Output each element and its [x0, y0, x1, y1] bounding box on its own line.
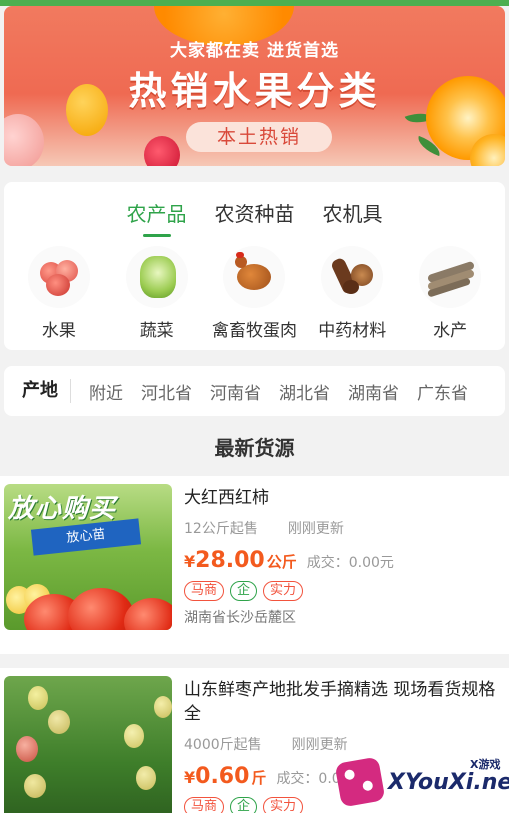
gamepad-logo-icon [334, 756, 386, 808]
listing-info: 大红西红柿 12公斤起售 刚刚更新 ¥28.00 公斤 成交：0.00元 马商 … [184, 486, 496, 627]
section-title: 最新货源 [214, 436, 295, 460]
image-headline: 放心购买 [8, 494, 117, 524]
product-image[interactable] [4, 676, 172, 813]
seller-tag: 马商 [184, 581, 225, 601]
strength-tag: 实力 [263, 581, 304, 601]
category-label: 禽畜牧蛋肉 [211, 321, 297, 341]
chicken-icon [223, 246, 286, 308]
origin-filter-bar: 产地 附近 河北省 河南省 湖北省 湖南省 广东省 [4, 366, 505, 416]
category-label: 水产 [433, 321, 468, 341]
herb-icon [321, 246, 384, 308]
origin-option[interactable]: 广东省 [417, 379, 468, 404]
fish-icon [419, 246, 482, 308]
tab-agri-supplies[interactable]: 农资种苗 [215, 198, 295, 237]
origin-option[interactable]: 湖南省 [348, 379, 399, 404]
promo-banner[interactable]: 大家都在卖 进货首选 热销水果分类 本土热销 [4, 6, 505, 166]
origin-options: 附近 河北省 河南省 湖北省 湖南省 广东省 [71, 379, 468, 404]
banner-badge[interactable]: 本土热销 [186, 122, 332, 152]
update-status: 刚刚更新 [291, 737, 348, 753]
origin-option[interactable]: 附近 [89, 379, 123, 404]
product-name[interactable]: 山东鲜枣产地批发手摘精选 现场看货规格全 [184, 678, 496, 726]
category-item-vegetable[interactable]: 蔬菜 [109, 246, 205, 341]
strength-tag: 实力 [263, 797, 304, 813]
price: ¥0.60 [184, 764, 250, 789]
enterprise-tag: 企 [230, 581, 258, 601]
location: 湖南省长沙岳麓区 [184, 610, 296, 626]
category-card: 农产品 农资种苗 农机具 水果 蔬菜 禽畜牧蛋肉 中药材料 水产 [4, 182, 505, 350]
banner-title: 热销水果分类 [128, 69, 381, 113]
listing-item[interactable]: 放心购买 放心苗 大红西红柿 12公斤起售 刚刚更新 ¥28.00 公斤 成交：… [0, 476, 509, 654]
watermark-text: XYouXi.net [388, 770, 509, 795]
site-watermark: X游戏 XYouXi.net [330, 752, 509, 812]
category-item-poultry[interactable]: 禽畜牧蛋肉 [206, 246, 302, 341]
cabbage-icon [125, 246, 188, 308]
peach-icon [27, 246, 90, 308]
update-status: 刚刚更新 [287, 521, 344, 537]
price: ¥28.00 [184, 548, 265, 573]
category-item-aquatic[interactable]: 水产 [402, 246, 498, 341]
category-label: 蔬菜 [139, 321, 174, 341]
product-name[interactable]: 大红西红柿 [184, 486, 496, 510]
tab-agri-machinery[interactable]: 农机具 [323, 198, 383, 237]
origin-option[interactable]: 河南省 [210, 379, 261, 404]
category-tabs: 农产品 农资种苗 农机具 [4, 198, 505, 237]
price-unit: 斤 [251, 769, 267, 787]
category-item-fruit[interactable]: 水果 [11, 246, 107, 341]
origin-label: 产地 [4, 379, 71, 403]
min-order: 4000斤起售 [184, 737, 262, 753]
tab-agri-products[interactable]: 农产品 [127, 198, 187, 237]
banner-subtitle: 大家都在卖 进货首选 [170, 41, 339, 61]
min-order: 12公斤起售 [184, 521, 258, 537]
raspberry-decoration [144, 136, 180, 166]
product-image[interactable]: 放心购买 放心苗 [4, 484, 172, 630]
price-unit: 公斤 [266, 553, 297, 571]
peach-decoration [4, 114, 44, 166]
category-items: 水果 蔬菜 禽畜牧蛋肉 中药材料 水产 [4, 246, 505, 341]
seller-tag: 马商 [184, 797, 225, 813]
enterprise-tag: 企 [230, 797, 258, 813]
category-label: 中药材料 [318, 321, 387, 341]
deal-amount: 成交：0.00元 [306, 555, 394, 571]
origin-option[interactable]: 河北省 [141, 379, 192, 404]
category-item-herbs[interactable]: 中药材料 [304, 246, 400, 341]
category-label: 水果 [41, 321, 76, 341]
origin-option[interactable]: 湖北省 [279, 379, 330, 404]
